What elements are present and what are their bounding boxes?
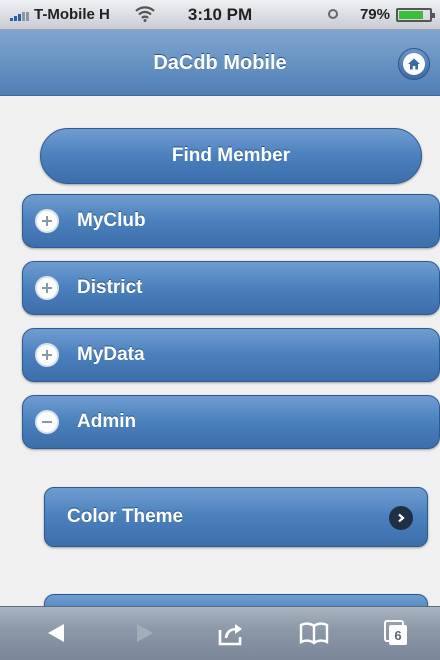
forward-arrow-icon[interactable] (133, 621, 157, 645)
page-title: DaCdb Mobile (153, 52, 287, 74)
chevron-right-icon (389, 506, 413, 530)
section-label: MyData (77, 344, 145, 365)
find-member-button[interactable]: Find Member (40, 128, 422, 184)
battery-percentage: 79% (359, 6, 390, 23)
minus-circle-icon (35, 410, 59, 434)
bookmarks-icon[interactable] (299, 621, 329, 645)
share-icon[interactable] (217, 621, 245, 647)
section-label: MyClub (77, 210, 146, 231)
collapsible-admin[interactable]: Admin (22, 395, 440, 449)
back-arrow-icon[interactable] (44, 621, 68, 645)
section-label: Admin (77, 411, 137, 432)
home-icon (408, 58, 420, 70)
section-label: District (77, 277, 143, 298)
battery-icon (396, 8, 435, 22)
color-theme-button[interactable]: Color Theme (44, 487, 428, 547)
tab-count: 6 (394, 628, 401, 643)
plus-circle-icon (35, 343, 59, 367)
color-theme-label: Color Theme (67, 506, 184, 527)
app-header: DaCdb Mobile (0, 30, 440, 96)
tabs-icon[interactable]: 6 (383, 619, 409, 647)
home-button[interactable] (398, 48, 430, 80)
plus-circle-icon (35, 209, 59, 233)
collapsible-myclub[interactable]: MyClub (22, 194, 440, 248)
collapsible-mydata[interactable]: MyData (22, 328, 440, 382)
orientation-lock-icon (328, 9, 338, 19)
plus-circle-icon (35, 276, 59, 300)
find-member-label: Find Member (171, 145, 291, 166)
browser-toolbar: 6 (0, 606, 440, 660)
status-bar: T-Mobile H 3:10 PM 79% (0, 0, 440, 30)
collapsible-district[interactable]: District (22, 261, 440, 315)
